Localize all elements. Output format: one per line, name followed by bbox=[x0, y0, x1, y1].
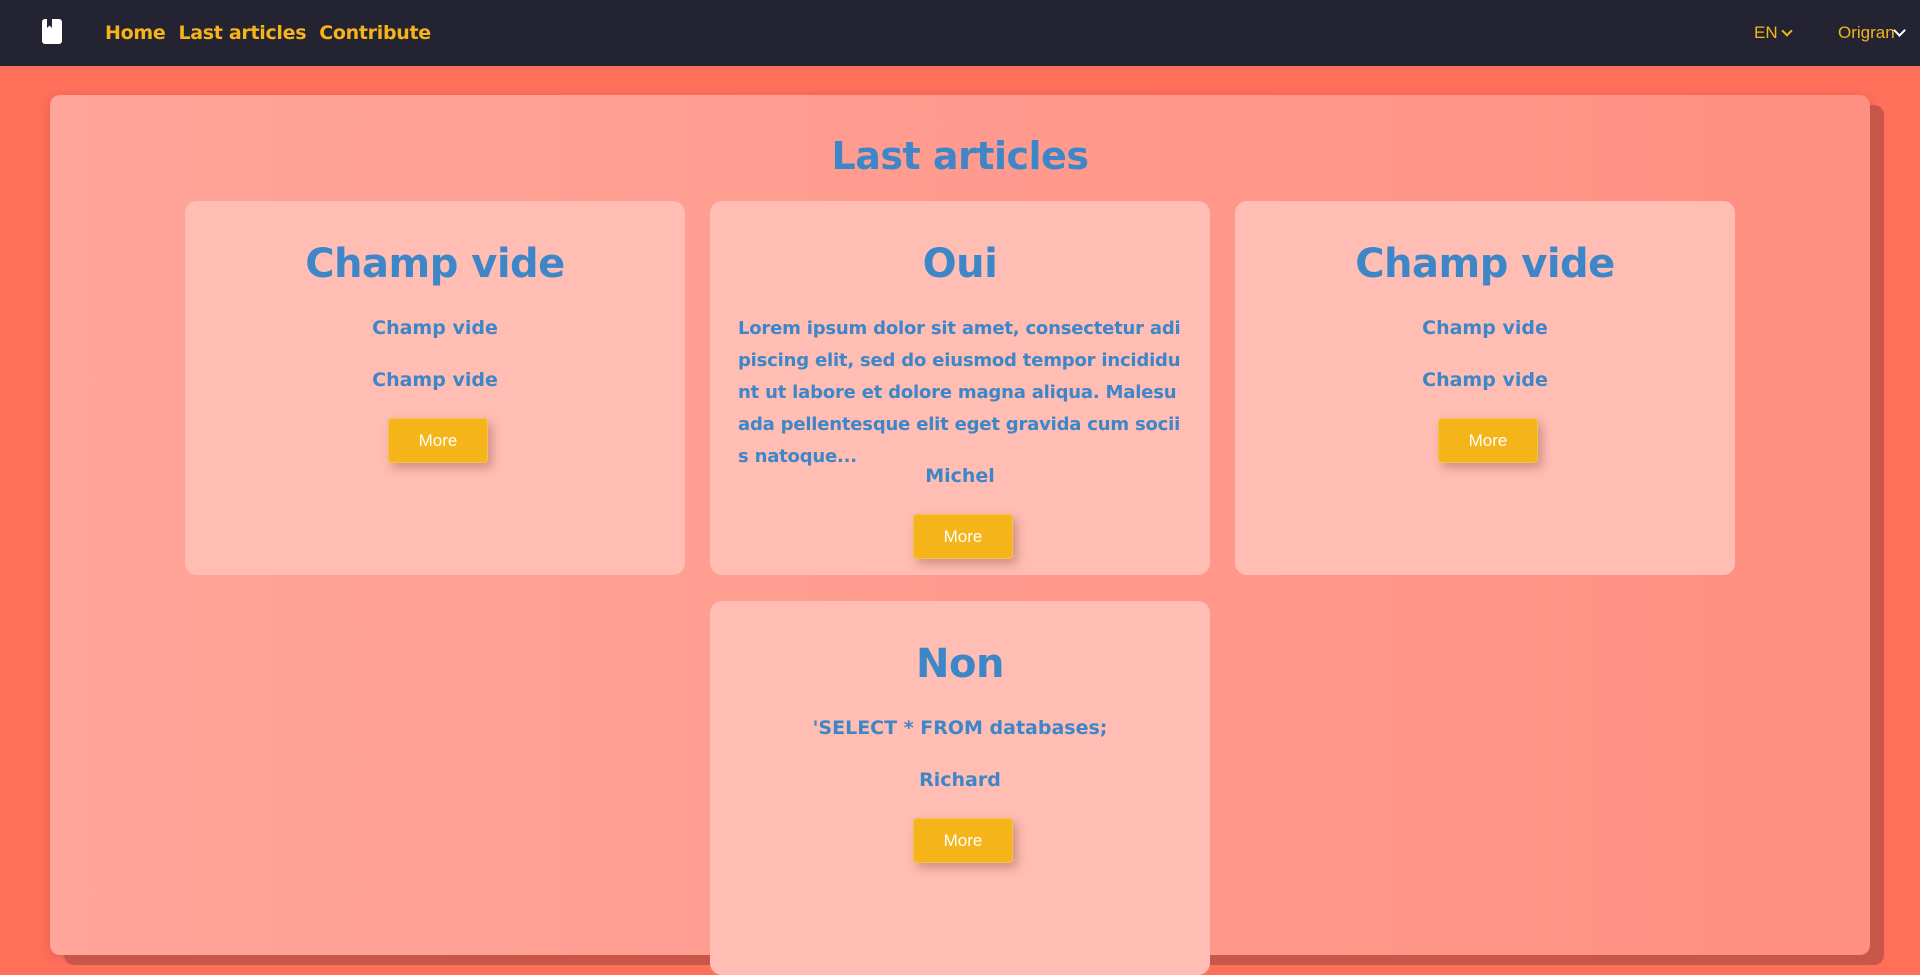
nav-home-link[interactable]: Home bbox=[105, 22, 166, 44]
language-label: EN bbox=[1754, 23, 1778, 42]
nav-links: Home Last articles Contribute bbox=[105, 0, 444, 66]
article-card: Champ vide Champ vide Champ vide More bbox=[185, 201, 685, 575]
article-author: Champ vide bbox=[372, 369, 498, 391]
article-summary: Lorem ipsum dolor sit amet, consectetur … bbox=[738, 318, 1181, 467]
article-title: Champ vide bbox=[1355, 241, 1615, 287]
username-label: Origran bbox=[1838, 23, 1895, 42]
article-author: Richard bbox=[919, 769, 1001, 791]
user-menu[interactable]: Origran bbox=[1838, 0, 1895, 66]
article-author: Champ vide bbox=[1422, 369, 1548, 391]
article-summary: 'SELECT * FROM databases; bbox=[812, 717, 1108, 739]
article-summary: Champ vide bbox=[1422, 317, 1548, 339]
more-button[interactable]: More bbox=[913, 818, 1013, 863]
more-button[interactable]: More bbox=[913, 514, 1013, 559]
article-card: Champ vide Champ vide Champ vide More bbox=[1235, 201, 1735, 575]
more-button[interactable]: More bbox=[388, 418, 488, 463]
article-title: Champ vide bbox=[305, 241, 565, 287]
nav-last-articles-link[interactable]: Last articles bbox=[178, 22, 306, 44]
navbar: Home Last articles Contribute EN Origran bbox=[0, 0, 1920, 66]
book-icon[interactable] bbox=[42, 19, 62, 44]
page-title: Last articles bbox=[831, 134, 1089, 178]
article-card: Non 'SELECT * FROM databases; Richard Mo… bbox=[710, 601, 1210, 975]
chevron-down-icon[interactable] bbox=[1893, 24, 1906, 37]
chevron-down-icon bbox=[1780, 24, 1793, 37]
article-card: Oui Lorem ipsum dolor sit amet, consecte… bbox=[710, 201, 1210, 575]
language-dropdown[interactable]: EN bbox=[1754, 0, 1793, 66]
more-button[interactable]: More bbox=[1438, 418, 1538, 463]
article-title: Oui bbox=[922, 241, 998, 287]
nav-contribute-link[interactable]: Contribute bbox=[319, 22, 431, 44]
article-summary: Champ vide bbox=[372, 317, 498, 339]
article-title: Non bbox=[916, 641, 1004, 687]
article-author: Michel bbox=[925, 465, 995, 487]
